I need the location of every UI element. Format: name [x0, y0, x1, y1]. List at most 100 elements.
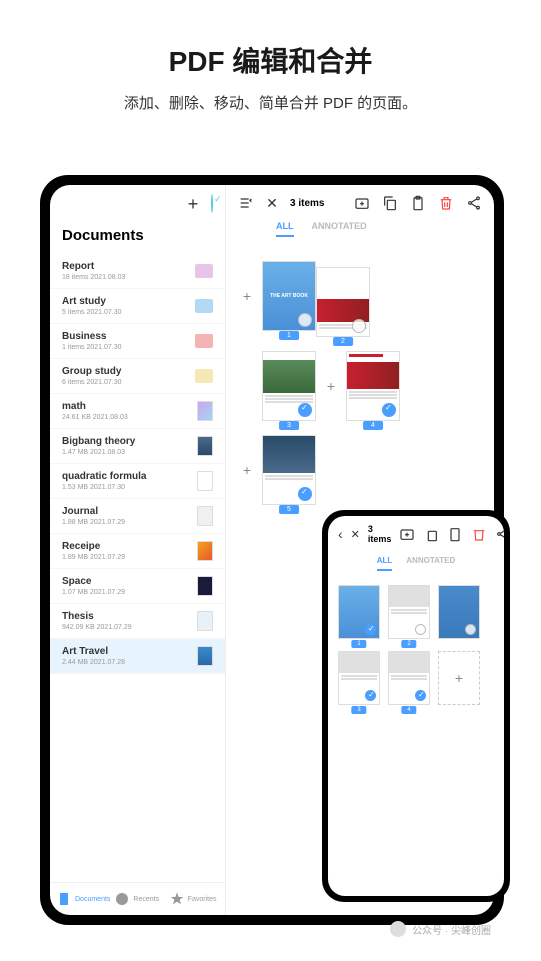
page-number: 4	[401, 706, 416, 714]
add-button[interactable]: +	[185, 196, 201, 212]
document-item[interactable]: Receipe1.89 MB 2021.07.29	[50, 534, 225, 569]
editor-toolbar: ✕ 3 items	[226, 185, 494, 221]
page-thumbnail[interactable]: 5	[262, 435, 316, 505]
filter-annotated[interactable]: ANNOTATED	[406, 556, 455, 571]
insert-page-button[interactable]: +	[240, 462, 254, 478]
folder-icon	[195, 369, 213, 383]
folder-icon	[195, 264, 213, 278]
doc-meta: 1.47 MB 2021.08.03	[62, 449, 189, 456]
phone-toolbar: ‹ ✕ 3 items	[328, 516, 504, 552]
document-list[interactable]: Report18 items 2021.08.03Art study5 item…	[50, 254, 225, 882]
add-page-button[interactable]: +	[438, 651, 480, 705]
tab-label: Recents	[133, 896, 159, 903]
document-item[interactable]: quadratic formula 1.53 MB 2021.07.30	[50, 464, 225, 499]
tab-label: Documents	[75, 896, 110, 903]
paste-icon[interactable]	[447, 526, 463, 542]
document-item[interactable]: Group study6 items 2021.07.30	[50, 359, 225, 394]
page-thumbnail[interactable]: 3	[338, 651, 380, 705]
file-thumbnail	[197, 506, 213, 526]
document-item[interactable]: Thesis942.09 KB 2021.07.29	[50, 604, 225, 639]
tab-favorites[interactable]: Favorites	[169, 891, 219, 907]
page-select-toggle[interactable]	[382, 403, 396, 417]
share-icon[interactable]	[495, 526, 504, 542]
attribution: 公众号 · 尖峰创圈	[390, 921, 491, 937]
doc-meta: 1.07 MB 2021.07.29	[62, 589, 189, 596]
doc-meta: 24.61 KB 2021.08.03	[62, 414, 189, 421]
page-select-toggle[interactable]	[298, 403, 312, 417]
page-thumbnail[interactable]: THE ART BOOK1	[262, 261, 316, 331]
doc-meta: 18 items 2021.08.03	[62, 274, 187, 281]
close-icon[interactable]: ✕	[264, 195, 280, 211]
document-item[interactable]: Art study5 items 2021.07.30	[50, 289, 225, 324]
doc-name: quadratic formula	[62, 471, 189, 482]
trash-icon[interactable]	[438, 195, 454, 211]
share-icon[interactable]	[466, 195, 482, 211]
doc-name: Receipe	[62, 541, 189, 552]
insert-page-button[interactable]: +	[240, 288, 254, 304]
page-select-toggle[interactable]	[298, 313, 312, 327]
doc-name: Group study	[62, 366, 187, 377]
trash-icon[interactable]	[471, 526, 487, 542]
page-number: 5	[279, 505, 299, 514]
page-select-toggle[interactable]	[465, 624, 476, 635]
phone-frame: ‹ ✕ 3 items ALL ANNOTATED 12 34+	[322, 510, 510, 902]
hero-section: PDF 编辑和合并 添加、删除、移动、简单合并 PDF 的页面。	[0, 0, 541, 143]
copy-icon[interactable]	[382, 195, 398, 211]
doc-meta: 5 items 2021.07.30	[62, 309, 187, 316]
page-select-toggle[interactable]	[352, 319, 366, 333]
back-icon[interactable]: ‹	[338, 526, 343, 542]
filter-all[interactable]: ALL	[377, 556, 393, 571]
tab-recents[interactable]: Recents	[114, 891, 164, 907]
close-icon[interactable]: ✕	[351, 526, 360, 542]
doc-meta: 1.53 MB 2021.07.30	[62, 484, 189, 491]
page-thumbnail[interactable]: 2	[316, 267, 370, 337]
page-number: 4	[363, 421, 383, 430]
filter-tabs: ALL ANNOTATED	[226, 221, 494, 245]
page-select-toggle[interactable]	[415, 624, 426, 635]
folder-add-icon[interactable]	[354, 195, 370, 211]
tab-documents[interactable]: Documents	[56, 891, 110, 907]
file-thumbnail	[197, 646, 213, 666]
page-number: 3	[351, 706, 366, 714]
insert-page-button[interactable]: +	[324, 378, 338, 394]
page-thumbnail[interactable]: 4	[346, 351, 400, 421]
page-select-toggle[interactable]	[365, 690, 376, 701]
phone-screen: ‹ ✕ 3 items ALL ANNOTATED 12 34+	[328, 516, 504, 896]
clock-icon	[114, 891, 130, 907]
file-thumbnail	[197, 576, 213, 596]
selection-count: 3 items	[290, 198, 324, 209]
document-item[interactable]: Art Travel2.44 MB 2021.07.28	[50, 639, 225, 674]
list-icon[interactable]	[238, 195, 254, 211]
page-select-toggle[interactable]	[365, 624, 376, 635]
page-thumbnail[interactable]: 1	[338, 585, 380, 639]
document-icon	[56, 891, 72, 907]
document-item[interactable]: Bigbang theory1.47 MB 2021.08.03	[50, 429, 225, 464]
page-number: 1	[351, 640, 366, 648]
file-thumbnail	[197, 611, 213, 631]
doc-meta: 942.09 KB 2021.07.29	[62, 624, 189, 631]
document-item[interactable]: Report18 items 2021.08.03	[50, 254, 225, 289]
page-thumbnail[interactable]	[438, 585, 480, 639]
page-select-toggle[interactable]	[298, 487, 312, 501]
page-thumbnail[interactable]: 2	[388, 585, 430, 639]
folder-add-icon[interactable]	[399, 526, 415, 542]
filter-annotated[interactable]: ANNOTATED	[312, 221, 367, 237]
copy-icon[interactable]	[423, 526, 439, 542]
doc-name: math	[62, 401, 189, 412]
document-item[interactable]: Business 1 items 2021.07.30	[50, 324, 225, 359]
doc-meta: 1 items 2021.07.30	[62, 344, 187, 351]
sidebar-tabs: Documents Recents Favorites	[50, 882, 225, 915]
page-select-toggle[interactable]	[415, 690, 426, 701]
filter-all[interactable]: ALL	[276, 221, 294, 237]
page-thumbnail[interactable]: 4	[388, 651, 430, 705]
page-thumbnail[interactable]: 3	[262, 351, 316, 421]
document-item[interactable]: Journal1.88 MB 2021.07.29	[50, 499, 225, 534]
document-item[interactable]: math 24.61 KB 2021.08.03	[50, 394, 225, 429]
doc-name: Business	[62, 331, 187, 342]
select-mode-button[interactable]	[211, 195, 213, 213]
paste-icon[interactable]	[410, 195, 426, 211]
document-item[interactable]: Space1.07 MB 2021.07.29	[50, 569, 225, 604]
doc-meta: 1.88 MB 2021.07.29	[62, 519, 189, 526]
star-icon	[169, 891, 185, 907]
attribution-text: 公众号 · 尖峰创圈	[412, 922, 491, 937]
